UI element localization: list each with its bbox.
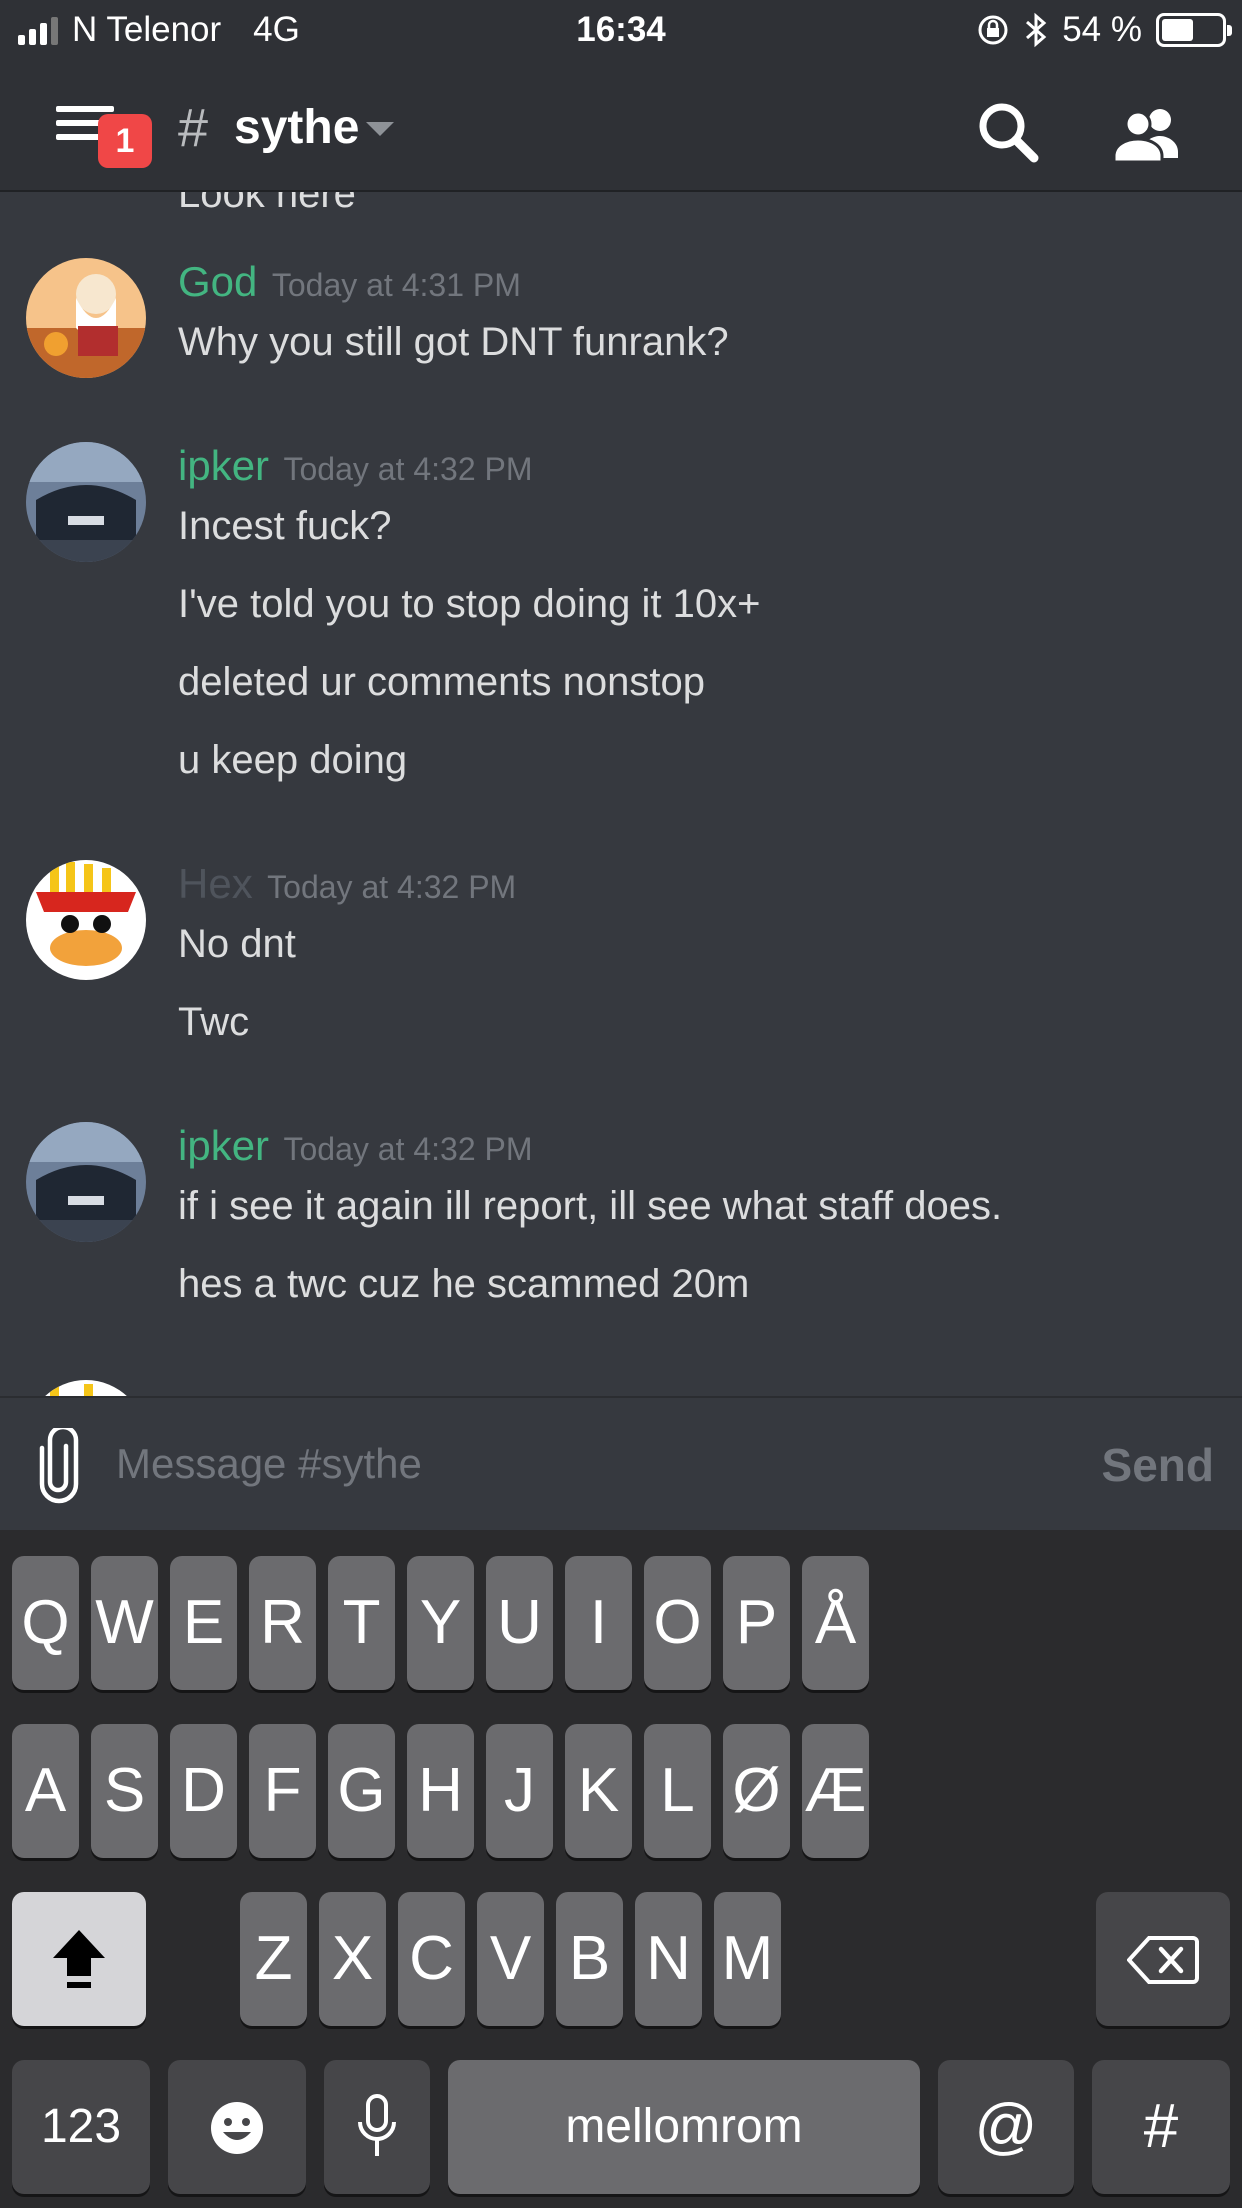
space-key[interactable]: mellomrom: [448, 2060, 920, 2194]
message-text: Twc: [178, 1000, 250, 1044]
message-group[interactable]: God Today at 4:31 PM Why you still got D…: [0, 258, 1242, 378]
backspace-key[interactable]: [1096, 1892, 1230, 2026]
key-q[interactable]: Q: [12, 1556, 79, 1690]
key-n[interactable]: N: [635, 1892, 702, 2026]
paperclip-icon[interactable]: [36, 1428, 82, 1504]
send-button[interactable]: Send: [1102, 1438, 1214, 1492]
search-icon[interactable]: [970, 96, 1050, 176]
key-å[interactable]: Å: [802, 1556, 869, 1690]
key-h[interactable]: H: [407, 1724, 474, 1858]
author-name[interactable]: ipker: [178, 1122, 269, 1169]
message-header: ipker Today at 4:32 PM: [178, 1122, 533, 1170]
key-r[interactable]: R: [249, 1556, 316, 1690]
author-name[interactable]: ipker: [178, 442, 269, 489]
key-k[interactable]: K: [565, 1724, 632, 1858]
message-text: Why you still got DNT funrank?: [178, 320, 729, 364]
avatar-ipker-image: [26, 1122, 146, 1242]
key-a[interactable]: A: [12, 1724, 79, 1858]
status-bar: N Telenor 4G 16:34 54 %: [0, 0, 1242, 62]
key-c[interactable]: C: [398, 1892, 465, 2026]
avatar[interactable]: [26, 442, 146, 562]
key-l[interactable]: L: [644, 1724, 711, 1858]
battery-icon: [1156, 13, 1232, 47]
message-text: u keep doing: [178, 738, 408, 782]
avatar-ipker-image: [26, 442, 146, 562]
key-v[interactable]: V: [477, 1892, 544, 2026]
avatar-hex-image: [26, 860, 146, 980]
timestamp: Today at 4:32 PM: [283, 451, 533, 487]
key-x[interactable]: X: [319, 1892, 386, 2026]
chevron-down-icon[interactable]: [366, 122, 394, 136]
timestamp: Today at 4:32 PM: [267, 869, 517, 905]
timestamp: Today at 4:31 PM: [271, 267, 521, 303]
key-t[interactable]: T: [328, 1556, 395, 1690]
status-right: 54 %: [976, 10, 1232, 50]
channel-title[interactable]: sythe: [234, 100, 359, 155]
key-æ[interactable]: Æ: [802, 1724, 869, 1858]
message-input[interactable]: [116, 1434, 1016, 1494]
shift-arrow-icon: [53, 1930, 105, 1988]
message-text: if i see it again ill report, ill see wh…: [178, 1184, 1003, 1228]
notification-badge: 1: [98, 114, 152, 168]
key-u[interactable]: U: [486, 1556, 553, 1690]
avatar[interactable]: [26, 1122, 146, 1242]
message-text: No dnt: [178, 922, 296, 966]
at-key[interactable]: @: [938, 2060, 1074, 2194]
partial-previous-message: Look here: [178, 192, 356, 216]
key-g[interactable]: G: [328, 1724, 395, 1858]
emoji-icon: [211, 2102, 263, 2154]
battery-percent: 54 %: [1062, 10, 1142, 49]
key-o[interactable]: O: [644, 1556, 711, 1690]
rotation-lock-icon: [978, 15, 1008, 45]
author-name[interactable]: God: [178, 258, 257, 305]
key-ø[interactable]: Ø: [723, 1724, 790, 1858]
key-y[interactable]: Y: [407, 1556, 474, 1690]
key-b[interactable]: B: [556, 1892, 623, 2026]
message-composer: Send: [0, 1396, 1242, 1530]
numbers-key[interactable]: 123: [12, 2060, 150, 2194]
timestamp: Today at 4:32 PM: [283, 1131, 533, 1167]
avatar[interactable]: [26, 860, 146, 980]
key-f[interactable]: F: [249, 1724, 316, 1858]
shift-key[interactable]: [12, 1892, 146, 2026]
message-header: ipker Today at 4:32 PM: [178, 442, 533, 490]
author-name[interactable]: Hex: [178, 860, 253, 907]
bluetooth-icon: [1026, 12, 1047, 48]
key-j[interactable]: J: [486, 1724, 553, 1858]
message-list[interactable]: Look here God Today at 4:31 PM Why you s…: [0, 192, 1242, 1396]
key-m[interactable]: M: [714, 1892, 781, 2026]
channel-header: 1 # sythe: [0, 62, 1242, 192]
channel-hash-icon: #: [178, 98, 209, 158]
message-text: I've told you to stop doing it 10x+: [178, 582, 761, 626]
message-group[interactable]: Hex Today at 4:32 PM No dnt Twc: [0, 860, 1242, 1060]
avatar-god-image: [26, 258, 146, 378]
key-s[interactable]: S: [91, 1724, 158, 1858]
key-z[interactable]: Z: [240, 1892, 307, 2026]
message-text: hes a twc cuz he scammed 20m: [178, 1262, 750, 1306]
key-p[interactable]: P: [723, 1556, 790, 1690]
hash-key[interactable]: #: [1092, 2060, 1230, 2194]
avatar[interactable]: [26, 258, 146, 378]
backspace-icon: [1126, 1936, 1199, 1984]
message-text: Incest fuck?: [178, 504, 392, 548]
avatar-hex-image: [26, 1380, 146, 1396]
message-group[interactable]: ipker Today at 4:32 PM if i see it again…: [0, 1122, 1242, 1322]
message-header: Hex Today at 4:32 PM: [178, 860, 516, 908]
message-group[interactable]: ipker Today at 4:32 PM Incest fuck? I've…: [0, 442, 1242, 782]
avatar[interactable]: [26, 1380, 146, 1396]
key-d[interactable]: D: [170, 1724, 237, 1858]
emoji-key[interactable]: [168, 2060, 306, 2194]
microphone-icon: [358, 2094, 396, 2156]
message-header: God Today at 4:31 PM: [178, 258, 521, 306]
members-icon[interactable]: [1110, 98, 1190, 178]
on-screen-keyboard: QWERTYUIOPÅ ASDFGHJKLØÆ ZXCVBNM 123 mell…: [0, 1530, 1242, 2208]
dictation-key[interactable]: [324, 2060, 430, 2194]
key-w[interactable]: W: [91, 1556, 158, 1690]
message-text: deleted ur comments nonstop: [178, 660, 705, 704]
key-e[interactable]: E: [170, 1556, 237, 1690]
battery-fill: [1162, 19, 1193, 41]
key-i[interactable]: I: [565, 1556, 632, 1690]
hamburger-icon: [56, 106, 114, 112]
